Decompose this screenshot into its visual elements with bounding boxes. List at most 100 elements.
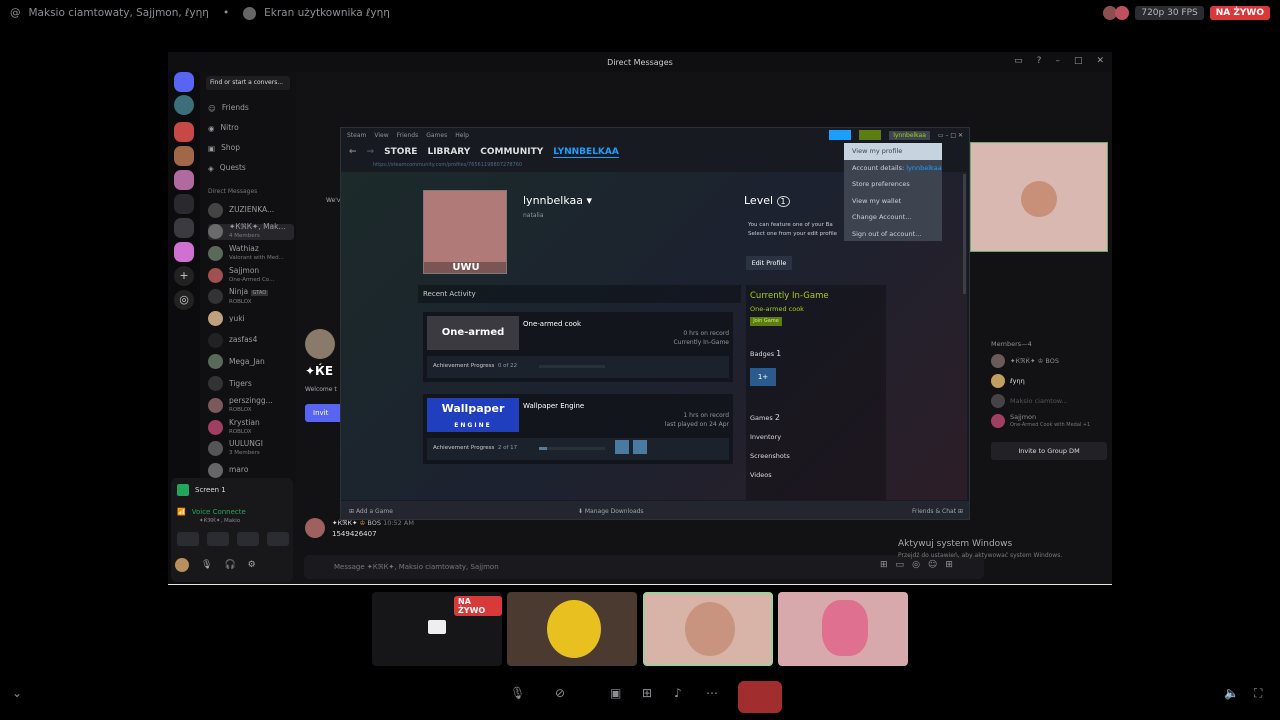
emoji-icon[interactable]: ☺ <box>928 560 937 570</box>
channel-name[interactable]: Maksio ciamtowaty, Sajjmon, ℓуηη <box>29 7 209 19</box>
window-controls[interactable]: ▭ – □ ✕ <box>938 132 963 139</box>
headphones-icon[interactable]: 🎧 <box>224 560 235 570</box>
minimize-icon[interactable]: – <box>1055 56 1060 66</box>
disconnect-button[interactable] <box>738 681 782 713</box>
notifications-button[interactable] <box>859 130 882 140</box>
menu-sign-out[interactable]: Sign out of account... <box>844 226 942 243</box>
forward-icon[interactable]: → <box>367 147 375 157</box>
server-icon[interactable] <box>174 122 194 142</box>
invite-button[interactable]: Invit <box>305 404 343 422</box>
inventory-link[interactable]: Inventory <box>750 433 781 441</box>
account-button[interactable]: lynnbelkaa <box>889 130 930 140</box>
steam-menu-help[interactable]: Help <box>455 132 469 139</box>
achievement-icon[interactable] <box>615 440 629 454</box>
game-activity-card[interactable]: One-armed cook One-armed cook 0 hrs on rec… <box>423 312 733 382</box>
menu-store-prefs[interactable]: Store preferences <box>844 176 942 193</box>
fullscreen-icon[interactable]: ⛶ <box>1254 686 1262 701</box>
sticker-icon[interactable]: ◎ <box>912 560 920 570</box>
menu-change-account[interactable]: Change Account... <box>844 209 942 226</box>
tile-participant-1[interactable] <box>507 592 637 666</box>
videos-link[interactable]: Videos <box>750 471 772 479</box>
add-server-icon[interactable]: + <box>174 266 194 286</box>
tile-participant-3[interactable] <box>778 592 908 666</box>
member-item[interactable]: Sajjmon One-Armed Cook with Medal +1 <box>991 413 1090 429</box>
steam-menu-games[interactable]: Games <box>426 132 447 139</box>
dm-item[interactable]: Ninja GTAO ROBLOX <box>208 288 294 305</box>
tile-participant-2[interactable] <box>643 592 773 666</box>
nav-friends[interactable]: ☺ Friends <box>208 100 294 116</box>
game-name[interactable]: Wallpaper Engine <box>523 402 584 410</box>
voice-connected[interactable]: 📶 Voice Connecte <box>177 508 246 516</box>
mic-icon[interactable]: 🎙 <box>201 560 212 570</box>
gift-icon[interactable]: ⊞ <box>880 560 888 570</box>
member-item[interactable]: ✦ЌℜЌ✦ ♔ BOS <box>991 354 1059 368</box>
steam-window[interactable]: Steam View Friends Games Help lynnbelkaa… <box>340 127 970 520</box>
tile-stream-preview[interactable]: NA ŻYWO <box>372 592 502 666</box>
profile-username[interactable]: lynnbelkaa ▾ <box>523 194 592 207</box>
nav-shop[interactable]: ▣ Shop <box>208 140 294 156</box>
screen-share-icon[interactable]: ▣ <box>610 686 621 700</box>
game-name[interactable]: One-armed cook <box>523 320 581 328</box>
dm-item[interactable]: perszingg... ROBLOX <box>208 397 294 413</box>
tab-store[interactable]: STORE <box>384 147 417 157</box>
gif-icon[interactable]: ▭ <box>896 560 905 570</box>
ingame-game[interactable]: One-armed cook <box>750 305 804 313</box>
video-tile-sajjmon[interactable] <box>970 142 1108 252</box>
dm-item[interactable]: Krystian ROBLOX <box>208 419 294 435</box>
soundboard-button[interactable] <box>267 532 289 546</box>
server-icon[interactable] <box>174 170 194 190</box>
tab-community[interactable]: COMMUNITY <box>480 147 543 157</box>
announce-button[interactable] <box>829 130 852 140</box>
menu-view-profile[interactable]: View my profile <box>844 143 942 160</box>
server-icon[interactable] <box>174 218 194 238</box>
server-icon[interactable] <box>174 242 194 262</box>
server-icon[interactable] <box>174 95 194 115</box>
screenshots-link[interactable]: Screenshots <box>750 452 790 460</box>
steam-menu-steam[interactable]: Steam <box>347 132 366 139</box>
add-game-button[interactable]: ⊞ Add a Game <box>349 508 393 515</box>
manage-downloads-button[interactable]: ⬇ Manage Downloads <box>578 508 644 515</box>
find-conversation-input[interactable]: Find or start a convers... <box>206 76 290 90</box>
more-icon[interactable]: ⋯ <box>706 686 718 700</box>
dm-item[interactable]: Tigers <box>208 376 294 392</box>
self-avatar[interactable] <box>175 558 189 572</box>
steam-menu-view[interactable]: View <box>374 132 388 139</box>
game-thumbnail[interactable]: Wallpaper ENGINE <box>427 398 519 432</box>
invite-group-button[interactable]: Invite to Group DM <box>991 442 1107 460</box>
camera-button[interactable] <box>177 532 199 546</box>
soundboard-icon[interactable]: ♪ <box>674 686 682 700</box>
dm-item[interactable]: ZUZIENKA... <box>208 202 294 218</box>
dm-item[interactable]: Wathiaz Valorant with Med... <box>208 245 294 261</box>
tab-library[interactable]: LIBRARY <box>427 147 470 157</box>
menu-account-details[interactable]: Account details: lynnbelkaa <box>844 160 942 177</box>
discover-icon[interactable]: ◎ <box>174 290 194 310</box>
activities-icon[interactable]: ⊞ <box>642 686 652 700</box>
stream-view[interactable]: Direct Messages ▭? – □ ✕ + ◎ Find or start … <box>168 52 1112 585</box>
screen-share-row[interactable]: Screen 1 <box>177 484 226 496</box>
maximize-icon[interactable]: □ <box>1074 56 1083 66</box>
settings-icon[interactable]: ⚙ <box>248 560 256 570</box>
server-icon[interactable] <box>174 194 194 214</box>
server-icon[interactable] <box>174 146 194 166</box>
back-icon[interactable]: ← <box>349 147 357 157</box>
achievement-icon[interactable] <box>633 440 647 454</box>
member-item[interactable]: ℓуηη <box>991 374 1025 388</box>
apps-icon[interactable]: ⊞ <box>945 560 953 570</box>
nav-quests[interactable]: ◈ Quests <box>208 160 294 176</box>
game-thumbnail[interactable]: One-armed cook <box>427 316 519 372</box>
camera-off-icon[interactable]: ⊘ <box>555 686 565 700</box>
edit-profile-button[interactable]: Edit Profile <box>746 256 792 270</box>
dm-item[interactable]: zasfas4 <box>208 332 294 348</box>
dm-item[interactable]: maro <box>208 462 294 478</box>
dm-item[interactable]: Mega_Jan <box>208 354 294 370</box>
discord-home-icon[interactable] <box>174 72 194 92</box>
steam-menu-friends[interactable]: Friends <box>397 132 419 139</box>
chevron-down-icon[interactable]: ⌄ <box>12 686 22 700</box>
badges-link[interactable]: Badges 1 <box>750 349 781 358</box>
scrollbar[interactable] <box>963 174 966 294</box>
dm-item[interactable]: yuki <box>208 311 294 327</box>
nav-nitro[interactable]: ◉ Nitro <box>208 120 294 136</box>
join-game-button[interactable]: Join Game <box>750 317 782 326</box>
menu-wallet[interactable]: View my wallet <box>844 193 942 210</box>
mic-icon[interactable]: 🎙 <box>510 686 525 700</box>
